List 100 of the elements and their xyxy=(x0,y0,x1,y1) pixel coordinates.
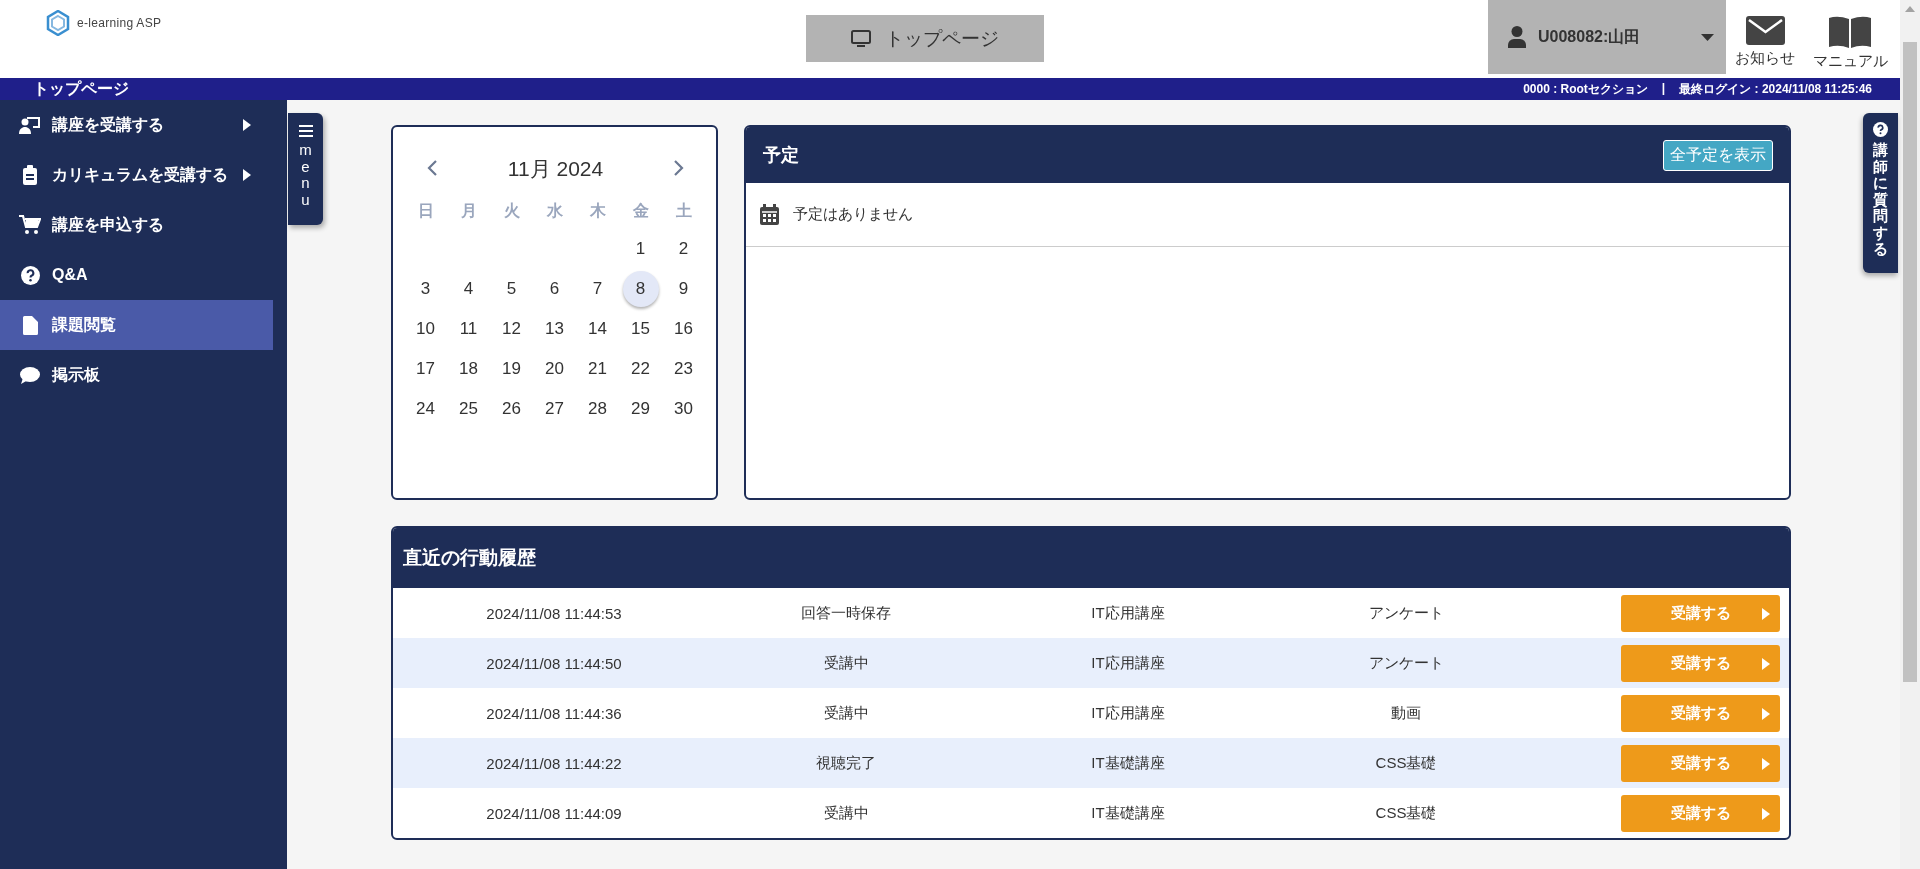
calendar-day[interactable]: 29 xyxy=(622,391,659,427)
calendar-day[interactable]: 6 xyxy=(536,271,573,307)
caret-down-icon xyxy=(1701,33,1714,41)
help-icon xyxy=(20,265,40,285)
calendar-day[interactable]: 18 xyxy=(450,351,487,387)
content-cell-text: 動画 xyxy=(1390,703,1422,723)
notices-button[interactable]: お知らせ xyxy=(1726,0,1804,68)
course-cell-text: IT応用講座 xyxy=(1090,653,1166,673)
action-cell-text: 受講中 xyxy=(822,803,870,823)
submenu-caret-icon xyxy=(243,119,251,131)
logo-text: e-learning ASP xyxy=(77,16,162,30)
user-menu[interactable]: U008082:山田 xyxy=(1488,0,1726,74)
sidebar-item[interactable]: 掲示板 xyxy=(0,350,273,400)
sidebar-item[interactable]: 講座を申込する xyxy=(0,200,273,250)
weekday-label: 月 xyxy=(459,200,478,221)
caret-right-icon xyxy=(1762,707,1770,720)
separator-text: | xyxy=(1661,80,1666,97)
monitor-icon xyxy=(851,30,871,47)
calendar-day[interactable]: 10 xyxy=(407,311,444,347)
calendar-day[interactable]: 14 xyxy=(579,311,616,347)
datetime-cell-text: 2024/11/08 11:44:09 xyxy=(485,804,623,822)
sidebar-item[interactable]: 講座を受講する xyxy=(0,100,273,150)
datetime-cell-text: 2024/11/08 11:44:50 xyxy=(485,654,623,672)
weekday-label: 金 xyxy=(631,200,650,221)
menu-toggle-tab[interactable]: menu xyxy=(288,113,323,225)
caret-right-icon xyxy=(1762,807,1770,820)
action-cell-text: 受講中 xyxy=(822,653,870,673)
calendar-day[interactable]: 15 xyxy=(622,311,659,347)
calendar-day[interactable]: 28 xyxy=(579,391,616,427)
calendar-day[interactable]: 21 xyxy=(579,351,616,387)
weekday-label: 土 xyxy=(674,200,693,221)
chevron-right-icon xyxy=(674,159,684,176)
sidebar-item[interactable]: Q&A xyxy=(0,250,273,300)
calendar-day[interactable]: 11 xyxy=(450,311,487,347)
calendar-day[interactable]: 16 xyxy=(665,311,702,347)
calendar-day[interactable]: 23 xyxy=(665,351,702,387)
hexagon-logo-icon xyxy=(46,10,70,36)
person-icon xyxy=(1508,26,1526,48)
calendar-day[interactable]: 5 xyxy=(493,271,530,307)
calendar-month: 11月 2024 xyxy=(507,156,604,182)
calendar-icon xyxy=(760,204,779,225)
ask-instructor-tab[interactable]: 講師に質問する xyxy=(1863,113,1898,273)
weekday-label: 火 xyxy=(502,200,521,221)
envelope-icon xyxy=(1745,16,1785,45)
chevron-left-icon xyxy=(427,159,437,176)
calendar-day[interactable]: 19 xyxy=(493,351,530,387)
schedule-title: 予定 xyxy=(763,144,799,167)
calendar-day[interactable]: 30 xyxy=(665,391,702,427)
calendar-day[interactable]: 8 xyxy=(622,271,659,307)
help-icon xyxy=(1873,122,1888,137)
calendar-day[interactable]: 3 xyxy=(407,271,444,307)
no-schedule-message: 予定はありません xyxy=(793,205,913,224)
content-cell-text: アンケート xyxy=(1367,653,1445,673)
calendar-day[interactable]: 9 xyxy=(665,271,702,307)
teacher-icon xyxy=(19,116,41,134)
content-cell-text: アンケート xyxy=(1367,603,1445,623)
calendar-day[interactable]: 13 xyxy=(536,311,573,347)
document-icon xyxy=(22,315,38,335)
weekday-label: 木 xyxy=(588,200,607,221)
submenu-caret-icon xyxy=(243,169,251,181)
calendar-day[interactable]: 1 xyxy=(622,231,659,267)
caret-right-icon xyxy=(1762,757,1770,770)
calendar-day[interactable]: 7 xyxy=(579,271,616,307)
speech-bubble-icon xyxy=(20,366,40,384)
scrollbar-thumb[interactable] xyxy=(1903,42,1917,682)
sidebar-item[interactable]: 課題閲覧 xyxy=(0,300,273,350)
history-title: 直近の行動履歴 xyxy=(403,546,536,570)
action-cell-text: 受講中 xyxy=(822,703,870,723)
calendar-day[interactable]: 22 xyxy=(622,351,659,387)
top-page-button[interactable]: トップページ xyxy=(806,15,1044,62)
content-cell-text: CSS基礎 xyxy=(1374,753,1438,773)
course-cell-text: IT応用講座 xyxy=(1090,703,1166,723)
manual-button[interactable]: マニュアル xyxy=(1804,0,1896,71)
calendar-day[interactable]: 4 xyxy=(450,271,487,307)
course-cell-text: IT応用講座 xyxy=(1090,603,1166,623)
page-title: トップページ xyxy=(33,78,130,99)
menu-icon xyxy=(298,125,313,137)
calendar-day[interactable]: 27 xyxy=(536,391,573,427)
action-cell-text: 回答一時保存 xyxy=(800,603,892,623)
calendar-day[interactable]: 26 xyxy=(493,391,530,427)
calendar-day[interactable]: 12 xyxy=(493,311,530,347)
calendar-day[interactable]: 2 xyxy=(665,231,702,267)
course-cell-text: IT基礎講座 xyxy=(1090,753,1166,773)
datetime-cell-text: 2024/11/08 11:44:36 xyxy=(485,704,623,722)
weekday-label: 日 xyxy=(416,200,435,221)
sidebar-item[interactable]: カリキュラムを受講する xyxy=(0,150,273,200)
caret-right-icon xyxy=(1762,607,1770,620)
calendar-day[interactable]: 20 xyxy=(536,351,573,387)
content-cell-text: CSS基礎 xyxy=(1374,803,1438,823)
last-login-text: 最終ログイン : 2024/11/08 11:25:46 xyxy=(1679,80,1872,98)
cart-icon xyxy=(19,215,41,235)
calendar-day[interactable]: 24 xyxy=(407,391,444,427)
calendar-day[interactable]: 17 xyxy=(407,351,444,387)
section-label: 0000 : Rootセクション xyxy=(1523,80,1648,98)
calendar-day[interactable]: 25 xyxy=(450,391,487,427)
datetime-cell-text: 2024/11/08 11:44:22 xyxy=(485,754,623,772)
datetime-cell-text: 2024/11/08 11:44:53 xyxy=(485,604,623,622)
course-cell-text: IT基礎講座 xyxy=(1090,803,1166,823)
weekday-label: 水 xyxy=(545,200,564,221)
caret-right-icon xyxy=(1762,657,1770,670)
